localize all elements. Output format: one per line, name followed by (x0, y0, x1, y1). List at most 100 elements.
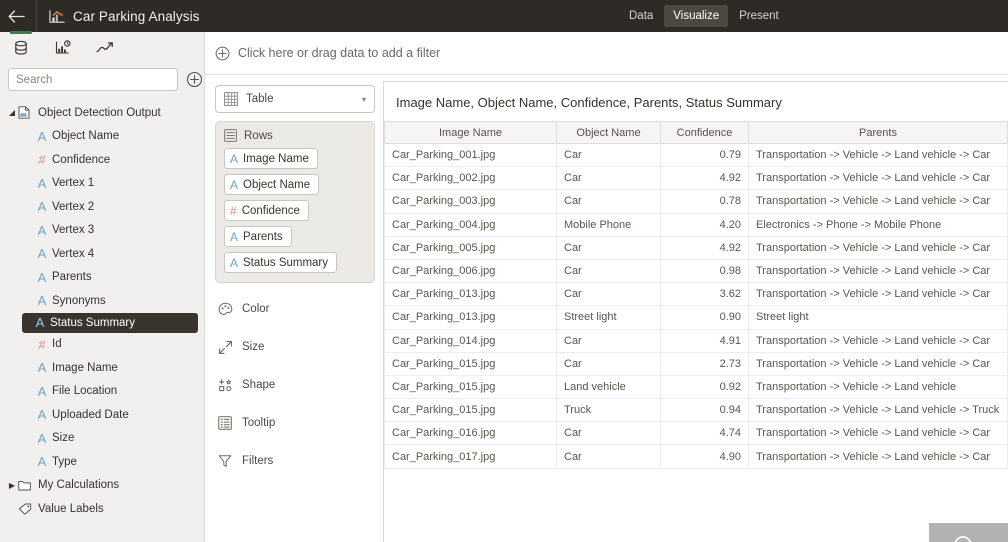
column-header-object-name[interactable]: Object Name (556, 121, 661, 144)
search-input[interactable] (8, 68, 178, 91)
zoom-out-icon[interactable] (943, 527, 987, 542)
shelf-option-filters[interactable]: Filters (215, 449, 375, 473)
tree-field-vertex-4[interactable]: A Vertex 4 (0, 242, 204, 266)
table-row[interactable]: Car_Parking_006.jpg Car 0.98 Transportation… (384, 258, 1008, 284)
plus-circle-icon (215, 46, 230, 61)
cell-confidence: 4.20 (660, 212, 749, 237)
sidebar-tab-strip (0, 31, 204, 64)
abc-icon: A (37, 360, 47, 376)
tree-field-label: Type (52, 455, 77, 468)
tab-visualize[interactable]: Visualize (664, 5, 729, 27)
shelf-option-size[interactable]: Size (215, 335, 375, 359)
tree-node-object-detection-output[interactable]: ◢ Object Detection Output (0, 101, 204, 125)
tree-field-id[interactable]: # Id (0, 333, 204, 357)
cell-confidence: 0.79 (660, 142, 749, 168)
tree-field-size[interactable]: A Size (0, 427, 204, 451)
shelf-pill-confidence[interactable]: # Confidence (224, 200, 309, 221)
shelf-option-color[interactable]: Color (215, 297, 375, 321)
shelf-option-shape[interactable]: Shape (215, 373, 375, 397)
table-row[interactable]: Car_Parking_014.jpg Car 4.91 Transportation… (384, 328, 1008, 353)
table-row[interactable]: Car_Parking_003.jpg Car 0.78 Transportation… (384, 189, 1008, 214)
shelf-panel: Table ▾ Rows A Image Name A Object Name … (205, 75, 383, 542)
cell-confidence: 4.90 (660, 444, 749, 469)
tab-data[interactable]: Data (620, 5, 662, 27)
number-icon: # (230, 203, 237, 218)
table-row[interactable]: Car_Parking_015.jpg Land vehicle 0.92 Trans… (384, 374, 1008, 400)
search-row (0, 64, 204, 99)
chevron-down-icon[interactable]: ▾ (362, 95, 366, 104)
table-row[interactable]: Car_Parking_016.jpg Car 4.74 Transportation… (384, 421, 1008, 446)
tree-field-confidence[interactable]: # Confidence (0, 148, 204, 172)
shelf-pill-label: Parents (243, 230, 283, 243)
main-area: Click here or drag data to add a filter … (205, 32, 1008, 542)
table-row[interactable]: Car_Parking_005.jpg Car 4.92 Transportation… (384, 235, 1008, 260)
table-body: Car_Parking_001.jpg Car 0.79 Transportation… (384, 142, 1008, 469)
cell-parents: Transportation -> Vehicle -> Land vehicl… (748, 328, 1008, 353)
tree-field-label: Vertex 2 (52, 200, 95, 213)
cell-object-name: Mobile Phone (556, 212, 661, 237)
tree-node-value-labels[interactable]: Value Labels (0, 497, 204, 521)
back-button[interactable] (0, 0, 32, 32)
shelf-pill-parents[interactable]: A Parents (224, 226, 292, 247)
abc-icon: A (37, 454, 47, 470)
column-header-confidence[interactable]: Confidence (660, 121, 749, 144)
tree-field-type[interactable]: A Type (0, 450, 204, 474)
tab-present[interactable]: Present (730, 5, 788, 27)
chart-history-icon[interactable] (50, 35, 76, 61)
column-header-image-name[interactable]: Image Name (384, 121, 557, 144)
shelf-pill-label: Confidence (241, 204, 300, 217)
cell-parents: Transportation -> Vehicle -> Land vehicl… (748, 374, 1008, 400)
cell-confidence: 3.62 (660, 282, 749, 307)
abc-icon: A (230, 151, 239, 166)
tree-field-file-location[interactable]: A File Location (0, 380, 204, 404)
shelf-pill-image-name[interactable]: A Image Name (224, 148, 318, 169)
table-row[interactable]: Car_Parking_001.jpg Car 0.79 Transportation… (384, 142, 1008, 168)
tree-field-vertex-3[interactable]: A Vertex 3 (0, 219, 204, 243)
abc-icon: A (37, 175, 47, 191)
rows-shelf[interactable]: Rows A Image Name A Object Name # Confid… (215, 121, 375, 283)
shelf-pill-status-summary[interactable]: A Status Summary (224, 252, 338, 273)
tree-field-parents[interactable]: A Parents (0, 266, 204, 290)
tree-field-status-summary[interactable]: A Status Summary (22, 312, 198, 333)
cell-confidence: 0.90 (660, 305, 749, 330)
tree-field-synonyms[interactable]: A Synonyms (0, 289, 204, 313)
cell-object-name: Truck (556, 398, 661, 423)
tree-field-label: File Location (52, 385, 118, 398)
table-row[interactable]: Car_Parking_015.jpg Car 2.73 Transportation… (384, 351, 1008, 376)
table-row[interactable]: Car_Parking_013.jpg Car 3.62 Transportation… (384, 282, 1008, 307)
tree-field-vertex-2[interactable]: A Vertex 2 (0, 195, 204, 219)
tree-field-image-name[interactable]: A Image Name (0, 356, 204, 380)
tooltip-icon (217, 416, 233, 430)
cell-image-name: Car_Parking_004.jpg (384, 212, 557, 237)
table-row[interactable]: Car_Parking_013.jpg Street light 0.90 Stree… (384, 305, 1008, 330)
cell-object-name: Car (556, 235, 661, 260)
shelf-option-label: Size (242, 341, 265, 353)
caret-expanded-icon[interactable]: ◢ (6, 108, 18, 117)
database-icon[interactable] (8, 31, 34, 61)
filter-drop-zone[interactable]: Click here or drag data to add a filter (205, 32, 1008, 75)
table-row[interactable]: Car_Parking_017.jpg Car 4.90 Transportation… (384, 444, 1008, 469)
plus-circle-icon[interactable] (186, 71, 203, 88)
zoom-in-icon[interactable] (1002, 527, 1008, 542)
trend-line-icon[interactable] (92, 35, 118, 61)
shelf-option-tooltip[interactable]: Tooltip (215, 411, 375, 435)
tree-field-vertex-1[interactable]: A Vertex 1 (0, 172, 204, 196)
table-row[interactable]: Car_Parking_015.jpg Truck 0.94 Transportati… (384, 398, 1008, 423)
shelf-pill-label: Status Summary (243, 256, 329, 269)
tree-node-label: Value Labels (38, 502, 104, 515)
table-row[interactable]: Car_Parking_004.jpg Mobile Phone 4.20 Elect… (384, 212, 1008, 237)
cell-image-name: Car_Parking_014.jpg (384, 328, 557, 353)
tree-node-my-calculations[interactable]: ▶ My Calculations (0, 474, 204, 498)
tree-field-object-name[interactable]: A Object Name (0, 125, 204, 149)
zoom-toolbar (929, 523, 1008, 542)
table-row[interactable]: Car_Parking_002.jpg Car 4.92 Transportation… (384, 166, 1008, 191)
cell-object-name: Land vehicle (556, 374, 661, 400)
column-header-parents[interactable]: Parents (748, 121, 1008, 144)
caret-collapsed-icon[interactable]: ▶ (6, 481, 18, 490)
viz-type-dropdown[interactable]: Table ▾ (215, 85, 375, 113)
cell-image-name: Car_Parking_013.jpg (384, 305, 557, 330)
tree-field-uploaded-date[interactable]: A Uploaded Date (0, 403, 204, 427)
shelf-pill-object-name[interactable]: A Object Name (224, 174, 320, 195)
abc-icon: A (35, 315, 45, 330)
cell-image-name: Car_Parking_015.jpg (384, 351, 557, 376)
